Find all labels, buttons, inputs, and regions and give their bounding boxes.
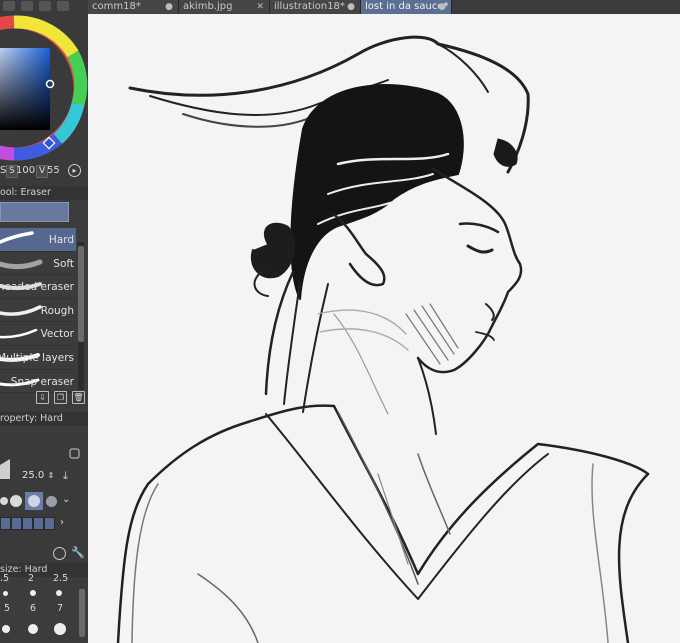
- close-icon[interactable]: ✕: [256, 0, 264, 14]
- brush-item-snap-eraser[interactable]: Snap eraser: [0, 370, 76, 394]
- preset-swatch[interactable]: [0, 517, 11, 530]
- preset-swatch[interactable]: [22, 517, 33, 530]
- chevron-right-icon[interactable]: ›: [60, 517, 64, 528]
- preset-swatch[interactable]: [33, 517, 44, 530]
- brush-size-value[interactable]: 25.0 ⇕: [22, 470, 62, 484]
- brush-label: Rough: [40, 304, 74, 317]
- color-mode-icon[interactable]: ▸: [68, 164, 81, 177]
- hsv-readout: S S 100 V 55 ▸: [0, 163, 88, 179]
- size-value-text: 25.0: [22, 470, 45, 481]
- brush-item-hard[interactable]: Hard: [0, 228, 76, 252]
- tab-bar-empty: [452, 0, 680, 14]
- size-dot[interactable]: [30, 590, 36, 596]
- tab-comm18[interactable]: comm18* ●: [88, 0, 179, 14]
- brush-label: Snap eraser: [10, 375, 74, 388]
- size-download-icon[interactable]: ⤓: [63, 469, 68, 483]
- panel-tab-strip: [0, 0, 88, 14]
- tip-preset-dot[interactable]: [10, 495, 22, 507]
- tool-property-header: roperty: Hard: [0, 412, 88, 426]
- unsaved-dot-icon[interactable]: ●: [438, 0, 446, 14]
- brush-label: Soft: [53, 257, 74, 270]
- size-num: 2.5: [53, 573, 69, 584]
- panel-tab-icon[interactable]: [3, 1, 15, 11]
- swatch-row: ›: [0, 517, 75, 530]
- panel-tab-icon[interactable]: [57, 1, 69, 11]
- brush-item-vector[interactable]: Vector: [0, 322, 76, 346]
- unsaved-dot-icon[interactable]: ●: [347, 0, 355, 14]
- size-scrollbar[interactable]: [79, 589, 85, 637]
- drawing-canvas[interactable]: [88, 14, 680, 643]
- size-dot[interactable]: [28, 624, 38, 634]
- brush-label: Hard: [48, 234, 74, 246]
- settings-circle-icon[interactable]: [53, 547, 66, 560]
- sub-tool-group-tab[interactable]: [0, 202, 69, 222]
- brush-preview-icon: [0, 459, 10, 479]
- preset-swatch[interactable]: [11, 517, 22, 530]
- document-tab-bar: comm18* ● akimb.jpg ✕ illustration18* ● …: [88, 0, 680, 14]
- brush-item-multiple-layers[interactable]: Multiple layers: [0, 346, 76, 370]
- size-num: 6: [30, 603, 37, 614]
- import-icon[interactable]: ⇩: [36, 391, 49, 404]
- tab-label: lost in da sauce*: [365, 1, 449, 12]
- preset-swatch[interactable]: [44, 517, 55, 530]
- brush-label: Vector: [40, 328, 74, 341]
- eraser-list: Hard Soft Kneaded eraser Rough Vector Mu…: [0, 228, 76, 394]
- left-panel: S S 100 V 55 ▸ ool: Eraser Hard Soft Kne…: [0, 14, 88, 643]
- brush-size-grid: .5 2 2.5 5 6 7: [0, 573, 76, 643]
- v-value[interactable]: 55: [47, 165, 60, 176]
- color-wheel-panel: S S 100 V 55 ▸: [0, 14, 88, 186]
- unsaved-dot-icon[interactable]: ●: [165, 0, 173, 14]
- panel-tab-icon[interactable]: [21, 1, 33, 11]
- scroll-thumb[interactable]: [78, 246, 84, 342]
- size-dot[interactable]: [54, 623, 66, 635]
- tab-lost-in-da-sauce[interactable]: lost in da sauce* ●: [361, 0, 452, 14]
- tip-preset-dot[interactable]: [46, 496, 57, 507]
- size-num: 5: [4, 603, 11, 614]
- duplicate-icon[interactable]: ❐: [54, 391, 67, 404]
- brush-item-kneaded-eraser[interactable]: Kneaded eraser: [0, 275, 76, 299]
- panel-tab-icon[interactable]: [39, 1, 51, 11]
- s-value[interactable]: 100: [16, 165, 35, 176]
- tab-label: akimb.jpg: [183, 1, 233, 12]
- size-dot[interactable]: [56, 590, 62, 596]
- brush-list-scrollbar[interactable]: [78, 242, 84, 390]
- tab-akimb[interactable]: akimb.jpg ✕: [179, 0, 270, 14]
- wrench-icon[interactable]: 🔧: [71, 546, 85, 559]
- size-num: .5: [0, 573, 10, 584]
- chevron-down-icon[interactable]: ⌄: [62, 494, 70, 505]
- size-num: 7: [57, 603, 64, 614]
- lock-icon: [69, 448, 80, 459]
- sub-tool-actions: ⇩ ❐ 🗑: [36, 391, 86, 405]
- color-wheel[interactable]: [0, 14, 88, 164]
- brush-label: Multiple layers: [0, 351, 74, 364]
- sub-tool-header: ool: Eraser: [0, 186, 88, 200]
- tab-label: illustration18*: [274, 1, 345, 12]
- size-stepper-icon[interactable]: ⇕: [47, 471, 54, 480]
- brush-item-soft[interactable]: Soft: [0, 252, 76, 276]
- size-dot[interactable]: [3, 591, 8, 596]
- tab-label: comm18*: [92, 1, 141, 12]
- brush-item-rough[interactable]: Rough: [0, 299, 76, 323]
- tip-preset-dot[interactable]: [0, 497, 8, 505]
- brush-tip-presets: ⌄: [0, 492, 75, 510]
- brush-label: Kneaded eraser: [0, 281, 74, 294]
- sketch-artwork: [116, 35, 650, 643]
- tab-illustration18[interactable]: illustration18* ●: [270, 0, 361, 14]
- tip-preset-dot[interactable]: [28, 495, 40, 507]
- size-num: 2: [28, 573, 35, 584]
- size-dot[interactable]: [2, 625, 10, 633]
- trash-icon[interactable]: 🗑: [72, 391, 85, 404]
